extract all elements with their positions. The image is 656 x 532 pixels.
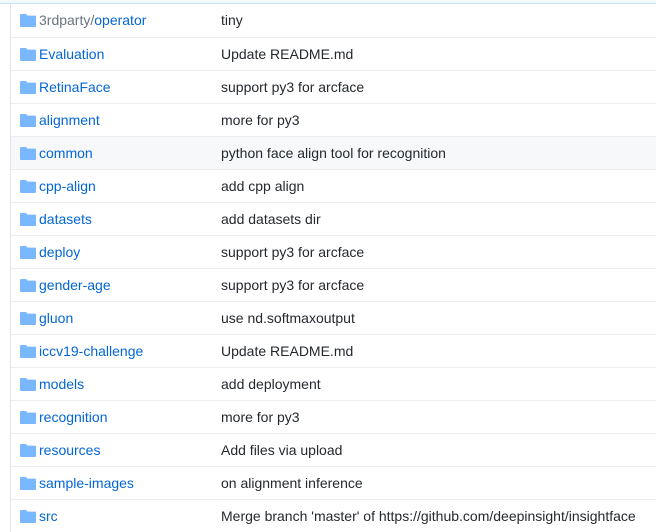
table-row[interactable]: 3rdparty/operator tiny [11, 4, 656, 37]
commit-message[interactable]: add deployment [221, 368, 321, 400]
commit-message[interactable]: Update README.md [221, 335, 353, 367]
commit-message[interactable]: Merge branch 'master' of https://github.… [221, 500, 636, 532]
path-prefix: 3rdparty/ [39, 12, 95, 28]
table-row[interactable]: resources Add files via upload [11, 433, 656, 466]
table-row[interactable]: iccv19-challenge Update README.md [11, 334, 656, 367]
commit-message[interactable]: support py3 for arcface [221, 269, 364, 301]
table-row[interactable]: src Merge branch 'master' of https://git… [11, 499, 656, 532]
table-row[interactable]: recognition more for py3 [11, 400, 656, 433]
table-row[interactable]: common python face align tool for recogn… [11, 136, 656, 169]
folder-icon [20, 411, 36, 424]
folder-name[interactable]: src [39, 500, 58, 532]
folder-name[interactable]: iccv19-challenge [39, 335, 143, 367]
folder-name[interactable]: operator [94, 12, 146, 28]
folder-name[interactable]: deploy [39, 236, 80, 268]
commit-message[interactable]: support py3 for arcface [221, 236, 364, 268]
folder-name[interactable]: recognition [39, 401, 108, 433]
folder-icon [20, 312, 36, 325]
folder-icon [20, 477, 36, 490]
commit-message[interactable]: on alignment inference [221, 467, 363, 499]
commit-message[interactable]: Add files via upload [221, 434, 342, 466]
folder-icon [20, 378, 36, 391]
folder-icon [20, 147, 36, 160]
commit-message[interactable]: more for py3 [221, 104, 300, 136]
folder-name[interactable]: resources [39, 434, 100, 466]
commit-message[interactable]: use nd.softmaxoutput [221, 302, 355, 334]
folder-icon [20, 114, 36, 127]
commit-message[interactable]: more for py3 [221, 401, 300, 433]
table-row[interactable]: models add deployment [11, 367, 656, 400]
folder-icon [20, 444, 36, 457]
folder-name[interactable]: datasets [39, 203, 92, 235]
folder-name[interactable]: models [39, 368, 84, 400]
folder-name[interactable]: gender-age [39, 269, 111, 301]
table-row[interactable]: datasets add datasets dir [11, 202, 656, 235]
table-row[interactable]: deploy support py3 for arcface [11, 235, 656, 268]
commit-message[interactable]: tiny [221, 4, 243, 36]
folder-name[interactable]: Evaluation [39, 38, 104, 70]
folder-name[interactable]: RetinaFace [39, 71, 111, 103]
folder-icon [20, 14, 36, 27]
folder-icon [20, 510, 36, 523]
table-row[interactable]: alignment more for py3 [11, 103, 656, 136]
commit-message[interactable]: Update README.md [221, 38, 353, 70]
commit-message[interactable]: python face align tool for recognition [221, 137, 446, 169]
commit-message[interactable]: add datasets dir [221, 203, 321, 235]
table-row[interactable]: Evaluation Update README.md [11, 37, 656, 70]
folder-icon [20, 81, 36, 94]
folder-name[interactable]: sample-images [39, 467, 134, 499]
table-row[interactable]: gluon use nd.softmaxoutput [11, 301, 656, 334]
folder-name[interactable]: alignment [39, 104, 100, 136]
folder-icon [20, 48, 36, 61]
commit-message[interactable]: support py3 for arcface [221, 71, 364, 103]
folder-name[interactable]: common [39, 137, 93, 169]
folder-icon [20, 246, 36, 259]
folder-icon [20, 345, 36, 358]
folder-icon [20, 180, 36, 193]
table-row[interactable]: gender-age support py3 for arcface [11, 268, 656, 301]
table-row[interactable]: RetinaFace support py3 for arcface [11, 70, 656, 103]
folder-name[interactable]: gluon [39, 302, 73, 334]
table-row[interactable]: cpp-align add cpp align [11, 169, 656, 202]
folder-icon [20, 213, 36, 226]
file-name-link[interactable]: 3rdparty/operator [39, 4, 146, 36]
table-row[interactable]: sample-images on alignment inference [11, 466, 656, 499]
commit-message[interactable]: add cpp align [221, 170, 304, 202]
file-list: 3rdparty/operator tiny Evaluation Update… [10, 4, 656, 532]
folder-icon [20, 279, 36, 292]
folder-name[interactable]: cpp-align [39, 170, 96, 202]
